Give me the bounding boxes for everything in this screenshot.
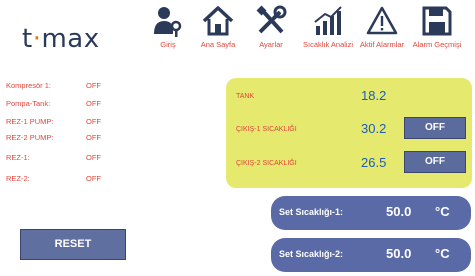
nav-active-alarms[interactable]: Aktif Alarmlar	[356, 4, 408, 66]
setpoint-2-value: 50.0	[386, 246, 412, 261]
setpoint-2-label: Set Sıcaklığı-2:	[279, 249, 344, 259]
save-icon	[422, 6, 452, 36]
warning-icon	[366, 6, 398, 35]
temperature-panel: TANK 18.2 ÇIKIŞ-1 SICAKLIĞI 30.2 OFF ÇIK…	[226, 78, 472, 188]
nav-home[interactable]: Ana Sayfa	[192, 4, 244, 66]
nav-temperature-analysis[interactable]: Sıcaklık Analizi	[302, 4, 354, 66]
user-key-icon	[154, 7, 182, 37]
tools-icon	[256, 5, 287, 34]
home-icon	[202, 6, 234, 36]
output-1-toggle-button[interactable]: OFF	[404, 117, 466, 139]
output-1-label: ÇIKIŞ-1 SICAKLIĞI	[236, 126, 297, 133]
chart-icon	[314, 6, 342, 35]
setpoint-1-button[interactable]: Set Sıcaklığı-1: 50.0 °C	[271, 196, 471, 230]
output-2-value: 26.5	[361, 155, 387, 170]
tmax-logo: t·max	[22, 24, 100, 54]
setpoint-1-unit: °C	[435, 204, 450, 219]
nav-login[interactable]: Giriş	[142, 4, 194, 66]
setpoint-1-value: 50.0	[386, 204, 412, 219]
tank-value: 18.2	[361, 88, 387, 103]
reset-button[interactable]: RESET	[20, 229, 126, 260]
setpoint-2-unit: °C	[435, 246, 450, 261]
output-2-label: ÇIKIŞ-2 SICAKLIĞI	[236, 160, 297, 167]
nav-settings[interactable]: Ayarlar	[245, 4, 297, 66]
nav-alarm-history[interactable]: Alarm Geçmişi	[411, 4, 463, 66]
output-2-toggle-button[interactable]: OFF	[404, 151, 466, 173]
tank-label: TANK	[236, 93, 255, 100]
output-1-value: 30.2	[361, 121, 387, 136]
setpoint-2-button[interactable]: Set Sıcaklığı-2: 50.0 °C	[271, 238, 471, 272]
setpoint-1-label: Set Sıcaklığı-1:	[279, 207, 344, 217]
